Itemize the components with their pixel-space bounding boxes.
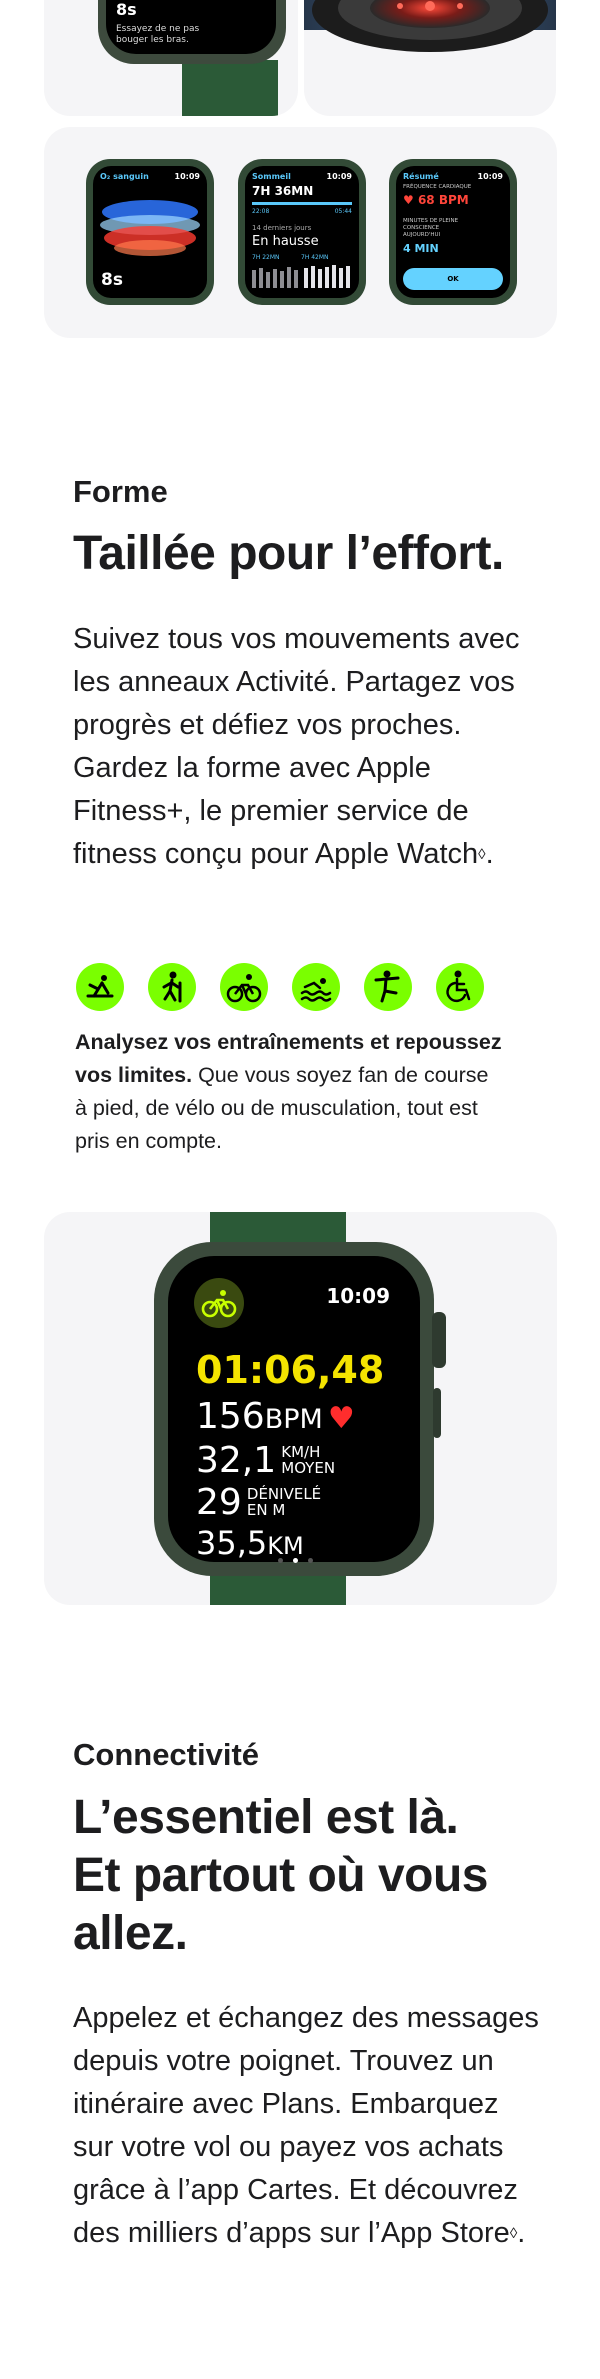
side-button[interactable] [433,1388,441,1438]
fitness-body-text: Suivez tous vos mouvements avec les anne… [73,623,520,870]
elevation-unit: DÉNIVELÉ EN M [247,1486,321,1518]
blood-oxygen-timer: 8s [116,0,137,19]
heart-icon: ♥ [327,1401,355,1436]
screen-title: O₂ sanguin [100,172,149,181]
headline-line-3: allez. [73,1907,188,1960]
hiking-icon [148,963,196,1011]
sleep-stat-2: 7H 42MN [301,254,329,261]
watch-summary: Résumé 10:09 FRÉQUENCE CARDIAQUE ♥ 68 BP… [389,159,517,305]
summary-bpm: 68 BPM [417,193,469,207]
fitness-body-end: . [485,838,494,870]
summary-bpm-row: ♥ 68 BPM [403,193,469,207]
workout-screen: 10:09 01:06,48 156BPM ♥ 32,1 KM/H MOYEN … [168,1256,420,1563]
page-dots[interactable] [278,1548,318,1563]
top-card-left: 8s Essayez de ne pas bouger les bras. [44,0,298,116]
elevation-row: 29 DÉNIVELÉ EN M [196,1482,321,1523]
bpm-value: 156 [196,1396,265,1437]
sleep-range-end: 05:44 [334,208,352,215]
connectivity-body: Appelez et échangez des messages depuis … [73,1997,543,2255]
watch-sleep: Sommeil 10:09 7H 36MN 22:08 05:44 14 der… [238,159,366,305]
connectivity-eyebrow: Connectivité [73,1737,260,1772]
ok-button[interactable]: OK [403,268,503,290]
headline-line-2: Et partout où vous [73,1849,488,1902]
swimming-icon [292,963,340,1011]
watch-screen: Résumé 10:09 FRÉQUENCE CARDIAQUE ♥ 68 BP… [396,166,510,298]
elapsed-time: 01:06,48 [196,1348,385,1392]
cycling-badge[interactable] [194,1278,244,1328]
distance-unit: KM [267,1532,304,1560]
distance-value: 35,5 [196,1524,268,1562]
sleep-range-start: 22:08 [252,208,270,215]
summary-minutes: 4 MIN [403,242,439,255]
screen-title: Sommeil [252,172,291,181]
elevation-unit-bottom: EN M [246,1501,286,1519]
footnote-mark[interactable]: ◊ [478,846,485,863]
sleep-bars [252,265,350,288]
screen-title: Résumé [403,172,439,181]
speed-unit-bottom: MOYEN [281,1459,336,1477]
cycling-icon [201,1290,237,1318]
summary-label-mindful: MINUTES DE PLEINE CONSCIENCE AUJOURD'HUI [403,218,459,238]
watch-screen: 8s Essayez de ne pas bouger les bras. [106,0,276,54]
fitness-caption: Analysez vos entraînements et repoussez … [75,1026,505,1158]
watch-blood-oxygen: O₂ sanguin 10:09 8s [86,159,214,305]
screen-time: 10:09 [326,1284,390,1308]
connectivity-headline: L’essentiel est là. Et partout où vous a… [73,1789,488,1963]
headline-line-1: L’essentiel est là. [73,1791,459,1844]
page-dot [278,1558,283,1563]
connectivity-body-end: . [517,2217,526,2249]
cycling-icon [220,963,268,1011]
watch-sensor-back [304,0,556,66]
summary-label-heart: FRÉQUENCE CARDIAQUE [403,184,472,190]
dance-icon [364,963,412,1011]
bpm-unit: BPM [264,1404,323,1435]
watch-screen: O₂ sanguin 10:09 8s [93,166,207,298]
screen-time: 10:09 [477,172,503,181]
sleep-stat-1: 7H 22MN [252,254,280,261]
small-watches-card: O₂ sanguin 10:09 8s Sommeil 10:09 7H 36M… [44,127,557,338]
sleep-subtitle: 14 derniers jours [252,224,312,232]
blood-oxygen-hint: Essayez de ne pas bouger les bras. [116,24,200,45]
speed-unit: KM/H MOYEN [281,1444,335,1476]
screen-time: 10:09 [174,172,200,181]
sleep-range-bar [252,202,352,205]
connectivity-body-text: Appelez et échangez des messages depuis … [73,2002,539,2249]
digital-crown[interactable] [432,1312,446,1368]
speed-value: 32,1 [196,1440,277,1481]
watch-band [182,60,278,116]
screen-timer: 8s [101,270,123,290]
yoga-icon [76,963,124,1011]
fitness-eyebrow: Forme [73,474,168,509]
fitness-headline: Taillée pour l’effort. [73,527,504,580]
blood-oxygen-animation [100,200,200,256]
watch-screen: Sommeil 10:09 7H 36MN 22:08 05:44 14 der… [245,166,359,298]
sleep-trend: En hausse [252,234,319,249]
elevation-value: 29 [196,1482,242,1523]
heart-icon: ♥ [403,193,414,207]
speed-row: 32,1 KM/H MOYEN [196,1440,335,1481]
sleep-duration: 7H 36MN [252,184,314,198]
bpm-row: 156BPM ♥ [196,1396,355,1437]
fitness-body: Suivez tous vos mouvements avec les anne… [73,618,543,876]
workout-card: 10:09 01:06,48 156BPM ♥ 32,1 KM/H MOYEN … [44,1212,557,1605]
screen-time: 10:09 [326,172,352,181]
top-card-right [304,0,556,116]
wheelchair-icon [436,963,484,1011]
